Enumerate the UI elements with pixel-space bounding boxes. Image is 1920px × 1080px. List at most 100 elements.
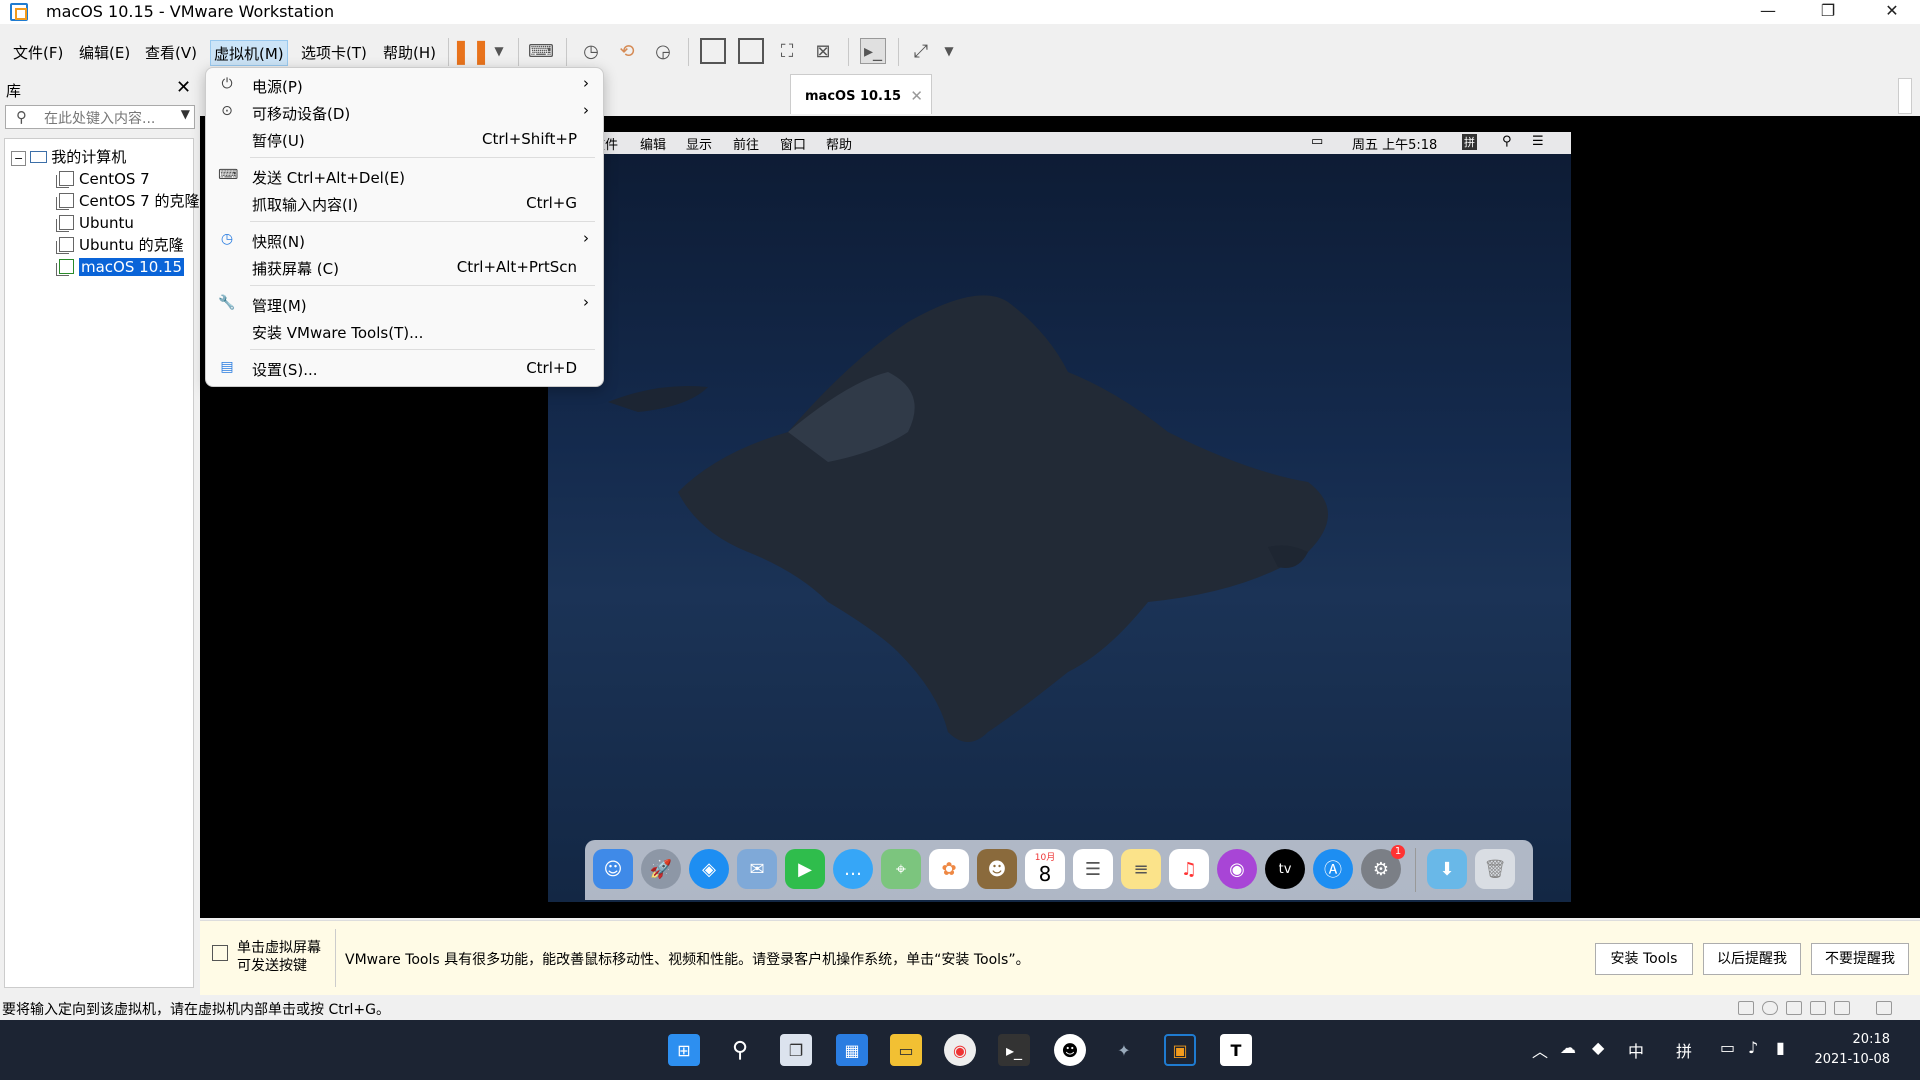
mac-clock[interactable]: 周五 上午5:18 [1352, 134, 1437, 153]
mac-menu-go[interactable]: 前往 [733, 134, 759, 153]
menu-item-grab-input[interactable]: 抓取输入内容(I) Ctrl+G [206, 190, 605, 217]
send-keys-icon[interactable]: ⌨ [528, 38, 554, 64]
tree-item-vm[interactable]: CentOS 7 [56, 169, 150, 189]
menu-help[interactable]: 帮助(H) [380, 40, 439, 66]
maps-icon[interactable]: ⌖ [881, 849, 921, 889]
podcasts-icon[interactable]: ◉ [1217, 849, 1257, 889]
thumbnail-bar-icon[interactable] [738, 38, 764, 64]
reminders-icon[interactable]: ☰ [1073, 849, 1113, 889]
menu-item-power[interactable]: ⏻ 电源(P) › [206, 72, 605, 99]
pause-icon[interactable]: ❚❚ [451, 37, 491, 65]
photos-icon[interactable]: ✿ [929, 849, 969, 889]
snapshot-icon[interactable]: ◷ [578, 38, 604, 64]
task-view-icon[interactable]: ❐ [780, 1034, 812, 1066]
terminal-icon[interactable]: ▸_ [998, 1034, 1030, 1066]
downloads-folder-icon[interactable]: ⬇ [1427, 849, 1467, 889]
finder-icon[interactable]: ☺ [593, 849, 633, 889]
onedrive-icon[interactable]: ☁ [1560, 1038, 1576, 1057]
calendar-icon[interactable]: 10月 8 [1025, 849, 1065, 889]
apple-tv-icon[interactable]: tv [1265, 849, 1305, 889]
qq-icon[interactable]: ☻ [1054, 1034, 1086, 1066]
message-log-icon[interactable] [1876, 1001, 1892, 1015]
notification-center-icon[interactable]: ☰ [1532, 134, 1544, 149]
camera-icon[interactable] [1834, 1001, 1850, 1015]
security-icon[interactable]: ◆ [1592, 1038, 1604, 1057]
show-library-icon[interactable] [700, 38, 726, 64]
menu-view[interactable]: 查看(V) [142, 40, 200, 66]
chevron-down-icon[interactable]: ▼ [181, 107, 190, 121]
unity-icon[interactable]: ⊠ [810, 38, 836, 64]
stretch-icon[interactable]: ⤢ [908, 38, 934, 64]
search-icon[interactable]: ⚲ [724, 1034, 756, 1066]
stretch-dropdown-icon[interactable]: ▼ [936, 38, 962, 64]
tree-item-vm[interactable]: Ubuntu 的克隆 [56, 235, 184, 255]
ime-language[interactable]: 中 [1628, 1038, 1644, 1062]
widgets-icon[interactable]: ▦ [836, 1034, 868, 1066]
dont-remind-button[interactable]: 不要提醒我 [1811, 943, 1909, 975]
collapse-icon[interactable]: − [11, 151, 27, 166]
hard-disk-icon[interactable] [1738, 1001, 1754, 1015]
tree-item-vm-selected[interactable]: macOS 10.15 [56, 257, 185, 277]
volume-icon[interactable]: ♪ [1748, 1038, 1758, 1057]
chevron-up-icon[interactable]: ︿ [1532, 1038, 1548, 1062]
menu-file[interactable]: 文件(F) [10, 40, 66, 66]
install-tools-button[interactable]: 安装 Tools [1595, 943, 1693, 975]
menu-item-removable-devices[interactable]: ⊙ 可移动设备(D) › [206, 99, 605, 126]
menu-item-pause[interactable]: 暂停(U) Ctrl+Shift+P [206, 126, 605, 153]
full-screen-icon[interactable]: ⛶ [774, 38, 800, 64]
tree-item-vm[interactable]: CentOS 7 的克隆 [56, 191, 200, 211]
menu-item-capture-screen[interactable]: 捕获屏幕 (C) Ctrl+Alt+PrtScn [206, 254, 605, 281]
mail-icon[interactable]: ✉ [737, 849, 777, 889]
tab-scroll-button[interactable] [1898, 78, 1912, 114]
menu-item-send-ctrl-alt-del[interactable]: ⌨ 发送 Ctrl+Alt+Del(E) [206, 163, 605, 190]
typora-icon[interactable]: T [1220, 1034, 1252, 1066]
start-icon[interactable]: ⊞ [668, 1034, 700, 1066]
clock[interactable]: 20:18 2021-10-08 [1814, 1030, 1890, 1070]
remind-later-button[interactable]: 以后提醒我 [1703, 943, 1801, 975]
cat-app-icon[interactable]: ✦ [1108, 1034, 1140, 1066]
menu-item-manage[interactable]: 🔧 管理(M) › [206, 291, 605, 318]
close-icon[interactable]: ✕ [176, 77, 191, 98]
network-icon[interactable] [1786, 1001, 1802, 1015]
tab-macos[interactable]: macOS 10.15 ✕ [790, 74, 932, 114]
mac-menu-edit[interactable]: 编辑 [640, 134, 666, 153]
mac-menu-view[interactable]: 显示 [686, 134, 712, 153]
airplay-icon[interactable]: ▭ [1311, 134, 1323, 149]
system-preferences-icon[interactable]: ⚙ 1 [1361, 845, 1405, 889]
console-view-icon[interactable]: ▸_ [860, 38, 886, 64]
menu-item-install-tools[interactable]: 安装 VMware Tools(T)... [206, 318, 605, 345]
battery-icon[interactable]: ▮ [1776, 1038, 1785, 1057]
menu-edit[interactable]: 编辑(E) [76, 40, 133, 66]
ime-mode[interactable]: 拼 [1676, 1038, 1692, 1062]
minimize-button[interactable]: — [1740, 0, 1796, 24]
trash-icon[interactable]: 🗑 [1475, 849, 1515, 889]
sound-icon[interactable] [1810, 1001, 1826, 1015]
facetime-icon[interactable]: ▶ [785, 849, 825, 889]
mac-menu-help[interactable]: 帮助 [826, 134, 852, 153]
mac-menu-window[interactable]: 窗口 [780, 134, 806, 153]
music-icon[interactable]: ♫ [1169, 849, 1209, 889]
macos-desktop[interactable]: 访达 文件 编辑 显示 前往 窗口 帮助 ▭ 周五 上午5:18 拼 ⚲ ☰ ☺… [548, 132, 1571, 902]
close-button[interactable]: ✕ [1864, 0, 1920, 24]
contacts-icon[interactable]: ☻ [977, 849, 1017, 889]
restore-button[interactable]: ❐ [1800, 0, 1856, 24]
menu-vm[interactable]: 虚拟机(M) [210, 40, 288, 66]
menu-item-snapshot[interactable]: ◷ 快照(N) › [206, 227, 605, 254]
snapshot-manager-icon[interactable]: ◶ [650, 38, 676, 64]
close-icon[interactable]: ✕ [910, 87, 923, 105]
network-icon[interactable]: ▭ [1720, 1038, 1735, 1057]
tree-item-vm[interactable]: Ubuntu [56, 213, 134, 233]
cd-icon[interactable] [1762, 1001, 1778, 1015]
menu-tabs[interactable]: 选项卡(T) [298, 40, 370, 66]
launchpad-icon[interactable]: 🚀 [641, 849, 681, 889]
safari-icon[interactable]: ◈ [689, 849, 729, 889]
app-store-icon[interactable]: Ⓐ [1313, 849, 1353, 889]
file-explorer-icon[interactable]: ▭ [890, 1034, 922, 1066]
pause-dropdown-icon[interactable]: ▼ [486, 38, 512, 64]
spotlight-icon[interactable]: ⚲ [1502, 134, 1512, 149]
vmware-taskbar-icon[interactable]: ▣ [1164, 1034, 1196, 1066]
tree-root[interactable]: − 我的计算机 [11, 147, 126, 167]
notes-icon[interactable]: ≡ [1121, 849, 1161, 889]
revert-snapshot-icon[interactable]: ⟲ [614, 38, 640, 64]
menu-item-settings[interactable]: ▤ 设置(S)... Ctrl+D [206, 355, 605, 382]
